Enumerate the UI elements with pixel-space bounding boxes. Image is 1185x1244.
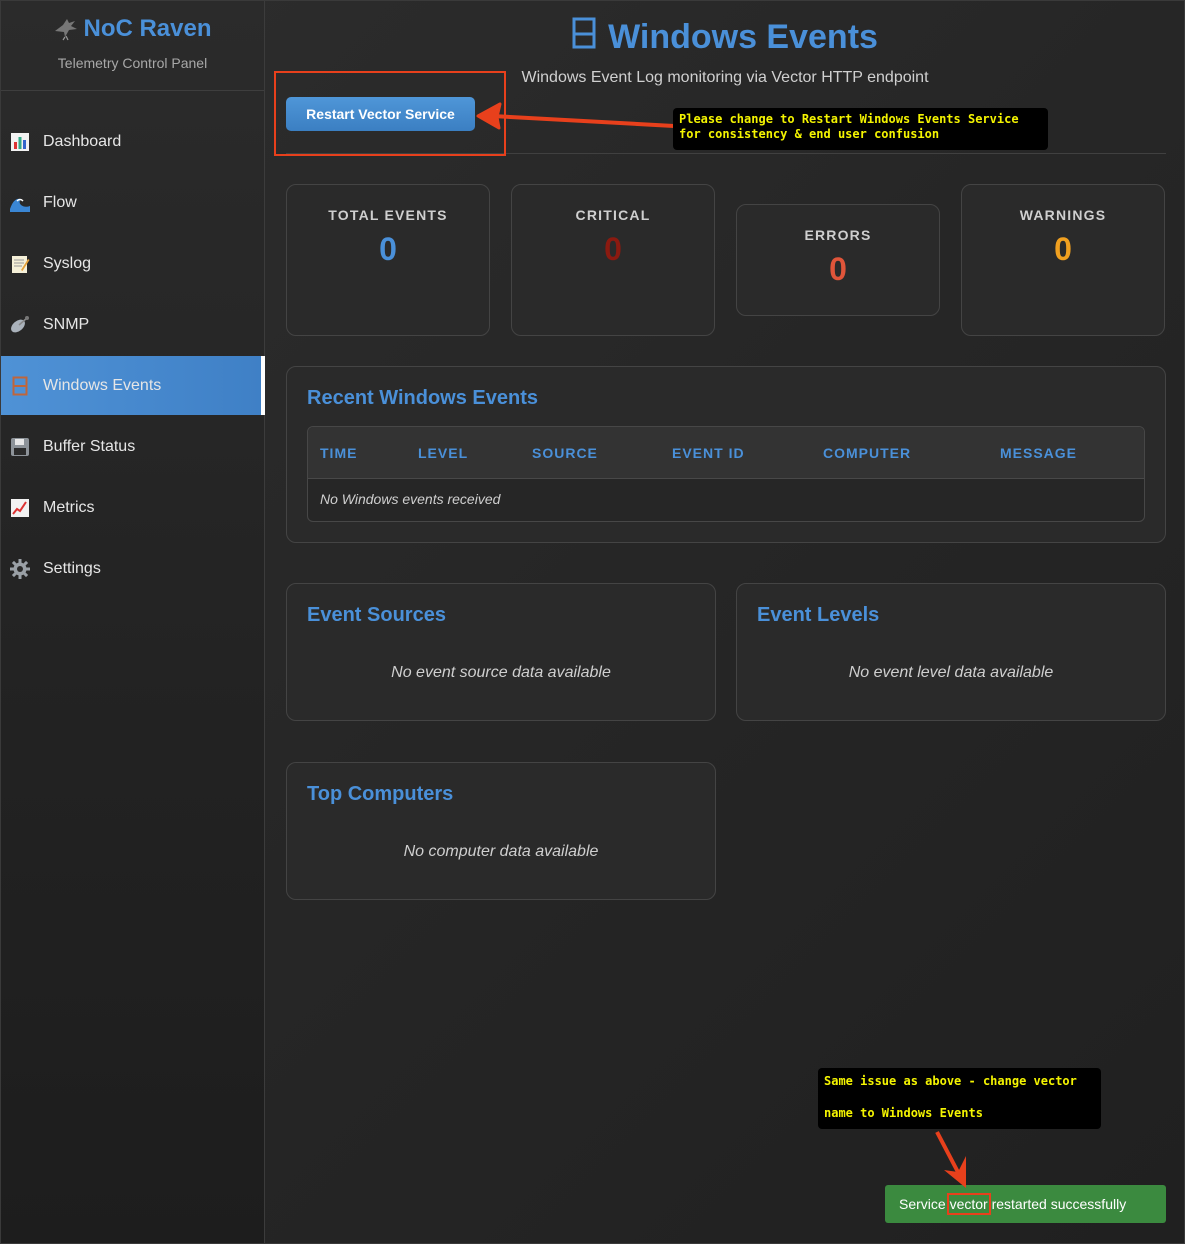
annotation-arrows [476, 102, 966, 1188]
annotation-note-line: for consistency & end user confusion [679, 127, 940, 141]
annotation-note-2: Same issue as above - change vector name… [818, 1068, 1101, 1129]
annotation-note-line: name to Windows Events [824, 1106, 983, 1120]
annotation-note-line: Same issue as above - change vector [824, 1074, 1077, 1088]
annotation-note-1: Please change to Restart Windows Events … [673, 108, 1048, 150]
annotation-note-line: Please change to Restart Windows Events … [679, 112, 1019, 126]
